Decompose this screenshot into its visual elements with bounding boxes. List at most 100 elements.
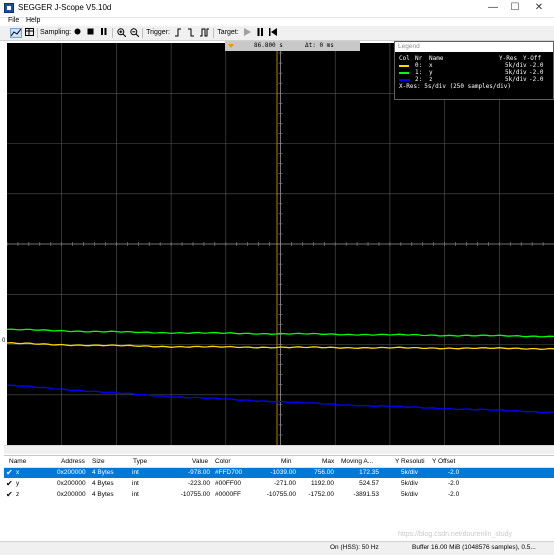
menu-help[interactable]: Help	[26, 17, 40, 24]
col-y-resolution[interactable]: Y Resoluti	[395, 458, 425, 465]
window-title: SEGGER J-Scope V5.10d	[18, 3, 112, 12]
time-cursor-icon[interactable]	[228, 44, 234, 48]
cell-moving-average: 524.57	[359, 480, 379, 487]
cell-max: 1192.00	[310, 480, 334, 487]
table-header: Name Address Size Type Value Color Min M…	[4, 456, 554, 468]
cell-size: 4 Bytes	[92, 469, 114, 476]
col-max[interactable]: Max	[322, 458, 334, 465]
cell-color: #00FF00	[215, 480, 242, 487]
target-halt-icon[interactable]	[256, 28, 264, 38]
legend-yoff: -2.0	[529, 76, 544, 83]
table-row[interactable]: ✔ z 0x200000 4 Bytes int -10755.00 #0000…	[4, 490, 554, 500]
legend-swatch	[399, 65, 409, 67]
cell-min: -10755.00	[266, 491, 296, 498]
legend-yres-header: Y-Res	[499, 55, 518, 62]
legend-name-header: Name	[429, 55, 444, 62]
zoom-in-icon[interactable]	[116, 28, 126, 38]
legend-entry: 1: y 5k/div -2.0	[395, 69, 553, 76]
close-button[interactable]: ✕	[530, 1, 548, 15]
col-name[interactable]: Name	[9, 458, 26, 465]
legend-entry: 2: z 5k/div -2.0	[395, 76, 553, 83]
cell-y-offset: -2.0	[448, 469, 460, 476]
scope-view-icon[interactable]	[10, 28, 22, 38]
legend-panel: Legend Col Nr Name Y-Res Y-Off 0: x 5k/d…	[394, 41, 554, 100]
col-value[interactable]: Value	[192, 458, 208, 465]
status-sampling-rate: On (HSS): 50 Hz	[330, 544, 379, 551]
record-icon[interactable]	[73, 28, 82, 38]
table-row[interactable]: ✔ x 0x200000 4 Bytes int -978.00 #FFD700…	[4, 468, 554, 478]
legend-swatch	[399, 72, 409, 74]
cell-value: -10755.00	[180, 491, 210, 498]
stop-icon[interactable]	[86, 28, 95, 38]
table-view-icon[interactable]	[24, 28, 34, 38]
cell-y-resolution: 5k/div	[401, 491, 418, 498]
cell-color: #0000FF	[215, 491, 242, 498]
legend-name: y	[429, 69, 433, 76]
menu-file[interactable]: File	[8, 17, 19, 24]
status-bar: On (HSS): 50 Hz Buffer 16.00 MiB (104857…	[0, 541, 554, 555]
trigger-both-icon[interactable]	[199, 28, 209, 38]
cell-y-resolution: 5k/div	[401, 480, 418, 487]
zero-marker: 0	[2, 338, 6, 344]
pause-icon[interactable]	[99, 28, 108, 38]
cell-name: x	[16, 469, 20, 476]
delta-readout: Δt: 0 ms	[305, 42, 334, 49]
scope-plot[interactable]	[7, 43, 554, 445]
variable-table: Name Address Size Type Value Color Min M…	[4, 455, 554, 542]
cell-max: 756.00	[314, 469, 334, 476]
checkmark-icon[interactable]: ✔	[6, 468, 13, 478]
legend-entry: 0: x 5k/div -2.0	[395, 62, 553, 69]
cell-value: -978.00	[187, 469, 210, 476]
scope-plot-canvas	[7, 43, 554, 445]
watermark: https://blog.csdn.net/dourenlin_study	[398, 531, 513, 538]
menu-bar: File Help	[0, 17, 554, 26]
zoom-out-icon[interactable]	[129, 28, 139, 38]
horizontal-scrollbar[interactable]	[4, 445, 554, 454]
legend-name: x	[429, 62, 433, 69]
time-readout-bar: 86.800 s Δt: 0 ms	[225, 41, 360, 51]
cell-y-offset: -2.0	[448, 491, 460, 498]
checkmark-icon[interactable]: ✔	[6, 490, 13, 500]
table-row[interactable]: ✔ y 0x200000 4 Bytes int -223.00 #00FF00…	[4, 479, 554, 489]
col-size[interactable]: Size	[92, 458, 105, 465]
legend-swatch	[399, 79, 409, 81]
col-type[interactable]: Type	[133, 458, 147, 465]
legend-yoff: -2.0	[529, 62, 544, 69]
col-color[interactable]: Color	[215, 458, 231, 465]
legend-nr: 0:	[415, 62, 423, 69]
legend-nr: 2:	[415, 76, 423, 83]
toolbar-separator	[37, 28, 38, 38]
legend-xres-text: X-Res: 5s/div (250 samples/div)	[399, 83, 511, 90]
legend-col-header: Col	[399, 55, 410, 62]
cell-type: int	[132, 491, 139, 498]
toolbar-separator	[213, 28, 214, 38]
cell-color: #FFD700	[215, 469, 243, 476]
cell-min: -1039.00	[270, 469, 296, 476]
target-reset-icon[interactable]	[268, 28, 277, 38]
minimize-button[interactable]: —	[484, 1, 502, 15]
target-run-icon[interactable]	[243, 28, 251, 38]
legend-title: Legend	[395, 42, 553, 52]
col-y-offset[interactable]: Y Offset	[432, 458, 455, 465]
time-readout: 86.800 s	[254, 42, 283, 49]
legend-yoff-header: Y-Off	[523, 55, 542, 62]
col-address[interactable]: Address	[61, 458, 85, 465]
maximize-button[interactable]: ☐	[506, 1, 524, 15]
col-moving-average[interactable]: Moving A...	[341, 458, 373, 465]
trigger-rising-icon[interactable]	[174, 28, 182, 38]
app-icon	[4, 3, 14, 13]
sampling-label: Sampling:	[40, 29, 72, 36]
legend-yres: 5k/div	[505, 62, 527, 69]
cell-value: -223.00	[187, 480, 210, 487]
trigger-falling-icon[interactable]	[187, 28, 195, 38]
cell-y-resolution: 5k/div	[401, 469, 418, 476]
toolbar: Sampling: Trigger: Target:	[0, 26, 554, 41]
checkmark-icon[interactable]: ✔	[6, 479, 13, 489]
cell-moving-average: 172.35	[359, 469, 379, 476]
legend-nr: 1:	[415, 69, 423, 76]
legend-xres: X-Res: 5s/div (250 samples/div)	[395, 83, 553, 90]
toolbar-separator	[112, 28, 113, 38]
cell-address: 0x200000	[57, 469, 86, 476]
cell-type: int	[132, 480, 139, 487]
col-min[interactable]: Min	[281, 458, 291, 465]
